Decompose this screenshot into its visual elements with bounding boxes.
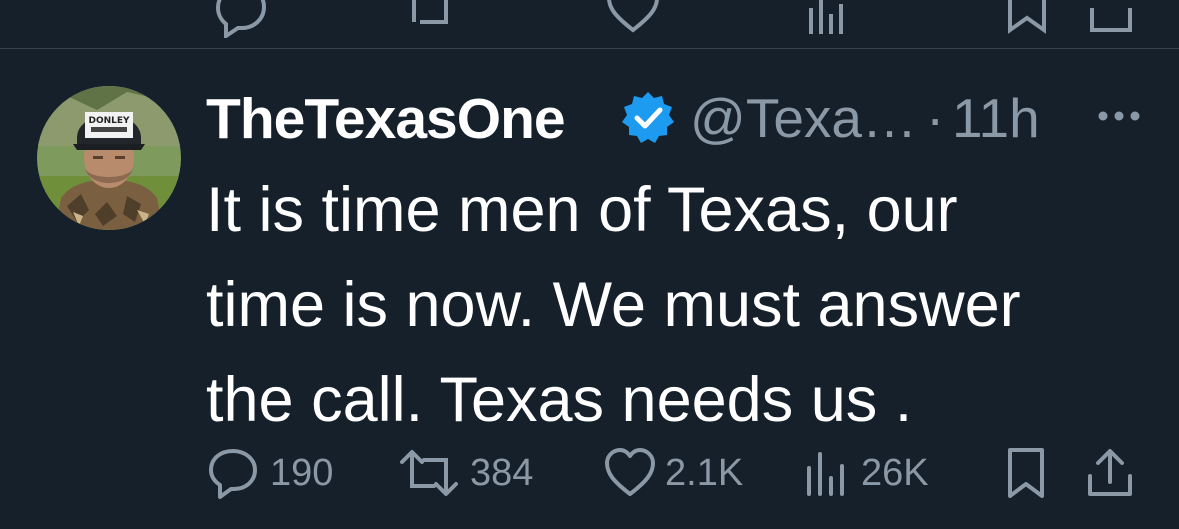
like-icon	[605, 448, 655, 496]
previous-reply-icon[interactable]	[210, 0, 270, 38]
previous-bookmark-icon[interactable]	[1002, 0, 1052, 38]
more-options-icon[interactable]	[1094, 106, 1144, 126]
tweet-text-line: time is now. We must answer	[206, 270, 1021, 340]
views-button[interactable]: 26K	[803, 446, 943, 502]
tweet-text: It is time men of Texas, our time is now…	[206, 163, 1156, 448]
tweet-text-line: the call. Texas needs us .	[206, 365, 913, 435]
previous-like-icon[interactable]	[603, 0, 663, 38]
views-count: 26K	[861, 452, 929, 494]
repost-icon	[400, 450, 458, 496]
tweet-header: TheTexasOne @Texa… · 11h	[206, 82, 1166, 152]
previous-repost-icon[interactable]	[400, 0, 460, 38]
reply-count: 190	[270, 452, 334, 494]
like-count: 2.1K	[665, 452, 744, 494]
separator-dot: ·	[926, 87, 945, 149]
repost-button[interactable]: 384	[398, 446, 538, 502]
bookmark-button[interactable]	[1002, 446, 1050, 502]
views-icon	[807, 452, 844, 496]
previous-tweet-action-bar	[0, 0, 1179, 48]
reply-button[interactable]: 190	[206, 446, 336, 502]
previous-share-icon[interactable]	[1086, 0, 1136, 38]
share-icon	[1088, 449, 1132, 496]
bookmark-icon	[1008, 448, 1044, 498]
repost-count: 384	[470, 452, 534, 494]
avatar[interactable]: DONLEY	[37, 86, 181, 230]
share-button[interactable]	[1084, 446, 1136, 502]
display-name[interactable]: TheTexasOne	[206, 86, 566, 152]
reply-icon	[209, 449, 257, 499]
avatar-cap-text: DONLEY	[88, 116, 130, 126]
like-button[interactable]: 2.1K	[603, 446, 743, 502]
previous-views-icon[interactable]	[803, 0, 853, 38]
user-handle[interactable]: @Texa…	[690, 86, 917, 150]
tweet-text-line: It is time men of Texas, our	[206, 175, 958, 245]
tweet-timestamp[interactable]: 11h	[952, 86, 1040, 150]
tweet-screen: DONLEY TheTexasOne @Texa… · 11h It is ti…	[0, 0, 1179, 529]
tweet-divider	[0, 48, 1179, 49]
verified-badge-icon[interactable]	[620, 90, 676, 146]
